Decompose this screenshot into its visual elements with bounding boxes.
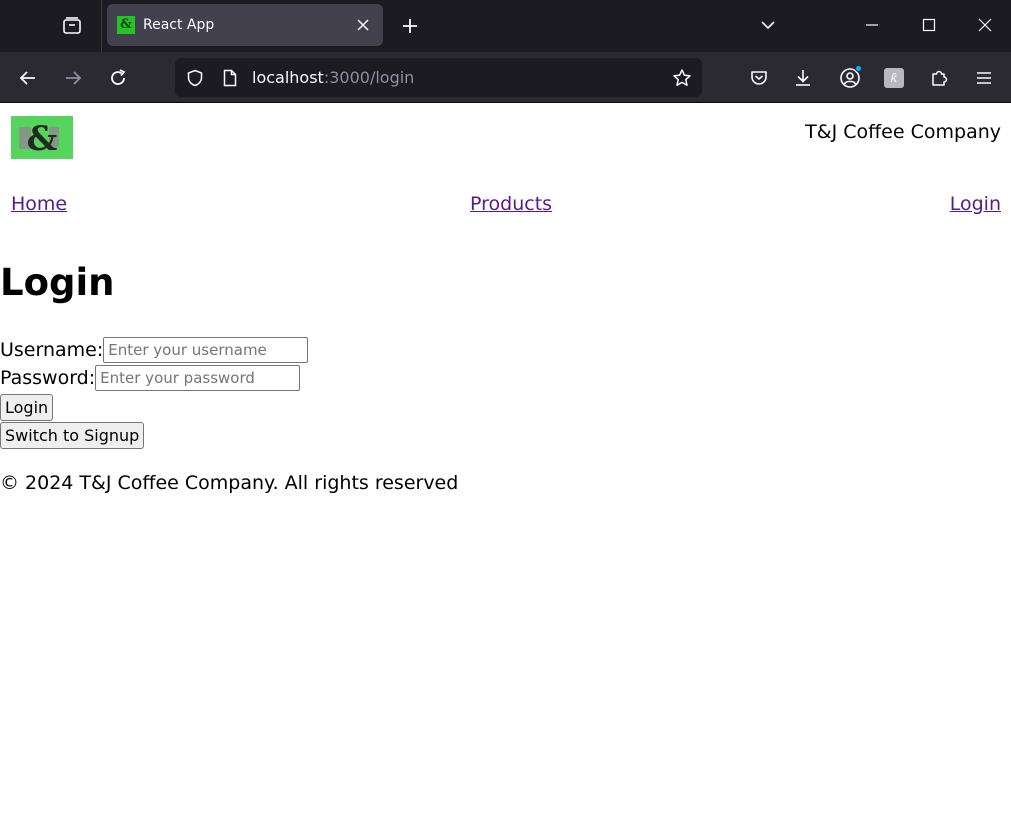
page-title: Login [0, 261, 115, 304]
username-input[interactable] [103, 337, 309, 363]
extension-badge-glyph: ƙ [884, 68, 904, 88]
notification-dot [855, 65, 862, 72]
web-page: & T&J Coffee Company Home Products Login… [0, 103, 1011, 826]
maximize-window-icon[interactable] [913, 10, 945, 40]
url-text[interactable]: localhost:3000/login [252, 68, 414, 88]
pocket-icon[interactable] [743, 62, 775, 94]
svg-text:&: & [27, 119, 58, 159]
url-path: :3000/login [323, 68, 415, 87]
hamburger-menu-icon[interactable] [968, 62, 1000, 94]
username-row: Username: [0, 336, 309, 364]
address-bar[interactable]: localhost:3000/login [175, 58, 702, 97]
switch-to-signup-button[interactable]: Switch to Signup [0, 422, 145, 449]
tab-title: React App [143, 17, 215, 33]
extension-badge-icon[interactable]: ƙ [878, 62, 910, 94]
account-icon[interactable] [834, 62, 866, 94]
browser-toolbar: localhost:3000/login ƙ [0, 52, 1011, 103]
url-host: localhost [252, 68, 324, 87]
username-label: Username: [0, 339, 104, 361]
page-icon[interactable] [219, 67, 241, 89]
close-window-icon[interactable] [969, 10, 1001, 40]
company-name: T&J Coffee Company [805, 121, 1001, 143]
minimize-window-icon[interactable] [856, 10, 888, 40]
tab-overview-icon[interactable] [58, 12, 86, 40]
tab-separator [101, 0, 102, 52]
new-tab-plus-icon[interactable] [397, 12, 423, 40]
password-row: Password: [0, 364, 308, 392]
footer-copyright: © 2024 T&J Coffee Company. All rights re… [0, 472, 459, 494]
browser-tab-bar: & React App [0, 0, 1011, 52]
react-app-favicon-icon: & [117, 16, 135, 34]
download-icon[interactable] [787, 62, 819, 94]
site-nav: Home Products Login [0, 191, 1011, 217]
login-form: Username: Password: Login Switch to Sign… [0, 336, 309, 449]
nav-link-login[interactable]: Login [950, 191, 1001, 217]
password-input[interactable] [95, 365, 301, 391]
browser-tab-active[interactable]: & React App [107, 4, 383, 46]
password-label: Password: [0, 367, 96, 389]
site-header: & T&J Coffee Company [0, 103, 1011, 175]
bookmark-star-icon[interactable] [670, 66, 694, 90]
back-arrow-icon[interactable] [12, 62, 44, 94]
login-button[interactable]: Login [0, 394, 54, 421]
puzzle-extensions-icon[interactable] [923, 62, 955, 94]
company-logo[interactable]: & [11, 116, 73, 159]
tab-list-chevron-down-icon[interactable] [752, 10, 784, 40]
shield-icon[interactable] [184, 67, 206, 89]
nav-link-products[interactable]: Products [470, 191, 552, 217]
reload-icon[interactable] [102, 62, 134, 94]
nav-link-home[interactable]: Home [11, 191, 67, 217]
close-tab-icon[interactable] [353, 15, 373, 35]
forward-arrow-icon[interactable] [57, 62, 89, 94]
